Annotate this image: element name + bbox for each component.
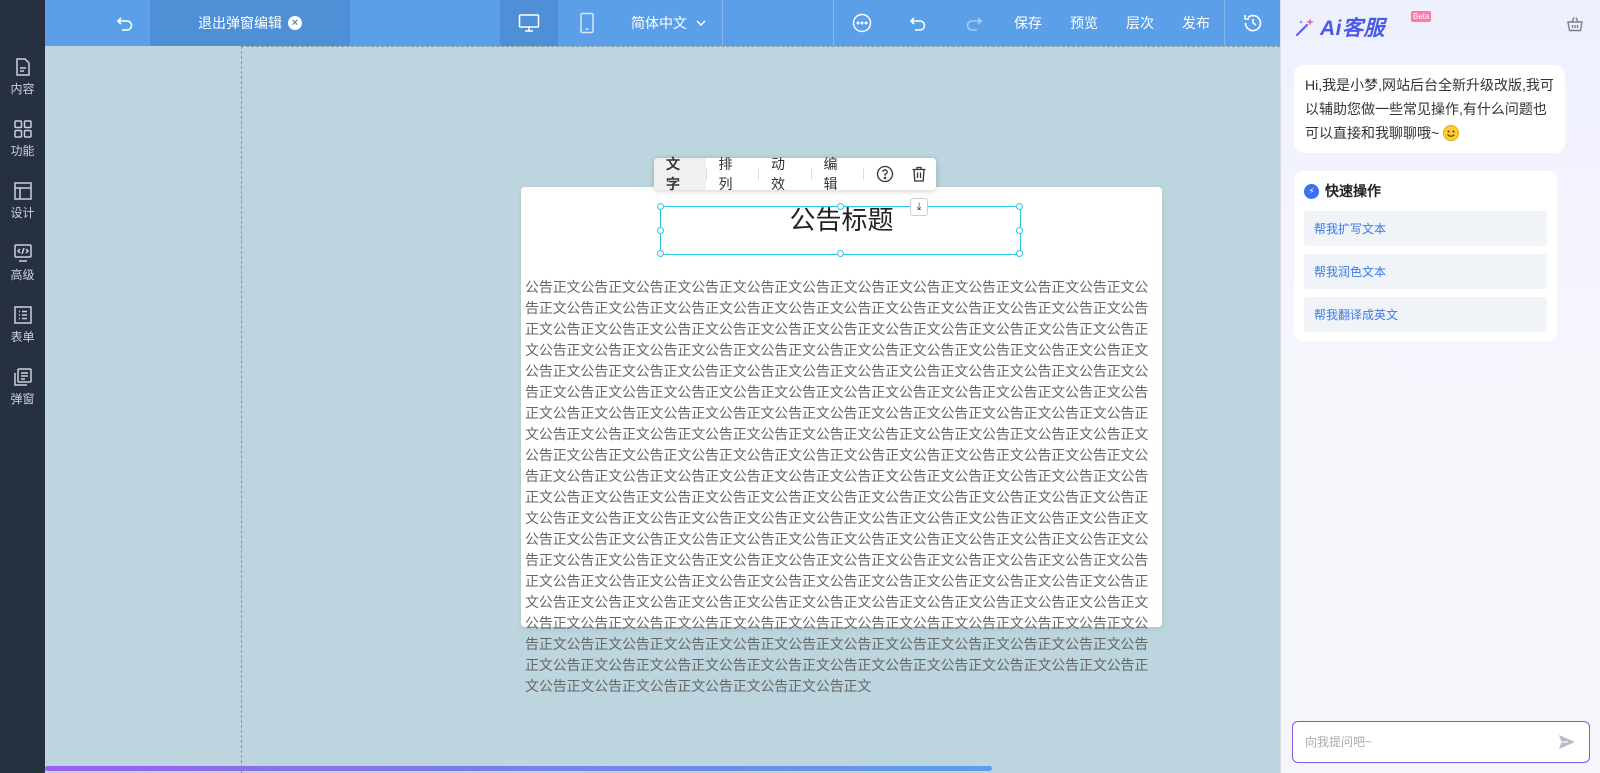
redo-button[interactable] [946, 0, 1002, 46]
sidebar-item-advanced[interactable]: 高级 [0, 236, 45, 290]
selection-box[interactable] [657, 203, 1023, 257]
assistant-greeting-bubble: Hi,我是小梦,网站后台全新升级改版,我可以辅助您做一些常见操作,有什么问题也可… [1294, 65, 1565, 153]
publish-button[interactable]: 发布 [1170, 0, 1222, 46]
sidebar-item-design[interactable]: 设计 [0, 174, 45, 228]
delete-button[interactable] [902, 158, 936, 190]
popup-body-text[interactable]: 公告正文公告正文公告正文公告正文公告正文公告正文公告正文公告正文公告正文公告正文… [525, 278, 1158, 698]
popup-icon [13, 368, 32, 386]
resize-handle[interactable] [1016, 250, 1023, 257]
resize-handle[interactable] [657, 227, 664, 234]
basket-button[interactable] [1566, 15, 1584, 38]
resize-handle[interactable] [837, 250, 844, 257]
magic-wand-icon [1295, 18, 1314, 37]
tab-arrange[interactable]: 排列 [707, 156, 759, 192]
announcement-popup[interactable]: 公告标题 ⤓ 公告正文公告正文公告正文公告正文公告正文公告正文公告正文公告正文公… [521, 187, 1162, 695]
grid-icon [13, 120, 32, 138]
resize-handle[interactable] [657, 250, 664, 257]
undo-icon [909, 17, 926, 31]
desktop-icon [518, 14, 540, 32]
more-dots-icon [852, 13, 872, 33]
back-button[interactable] [100, 0, 150, 46]
basket-icon [1567, 17, 1583, 32]
quick-actions-label: 快速操作 [1325, 183, 1381, 199]
undo-arrow-icon [116, 17, 133, 31]
exit-popup-edit-label: 退出弹窗编辑 [198, 15, 282, 31]
chat-input[interactable] [1305, 735, 1557, 749]
exit-popup-edit-tab[interactable]: 退出弹窗编辑 × [150, 0, 350, 46]
sidebar-item-label: 表单 [10, 330, 35, 344]
language-label: 简体中文 [631, 15, 687, 31]
undo-button[interactable] [890, 0, 946, 46]
language-select[interactable]: 简体中文 [616, 0, 722, 46]
layers-button[interactable]: 层次 [1114, 0, 1166, 46]
resize-handle[interactable] [1016, 227, 1023, 234]
file-icon [15, 58, 30, 76]
lightning-icon: ⚡ [1304, 183, 1319, 199]
sidebar-item-label: 高级 [10, 268, 35, 282]
guide-line [241, 46, 242, 773]
tab-text[interactable]: 文字 [654, 156, 706, 192]
guide-line [241, 46, 1280, 47]
tab-animation[interactable]: 动效 [759, 156, 811, 192]
quick-actions-card: ⚡ 快速操作 帮我扩写文本 帮我润色文本 帮我翻译成英文 [1294, 171, 1557, 341]
chevron-down-icon [696, 20, 706, 27]
chat-input-box[interactable] [1292, 721, 1590, 763]
sidebar-item-label: 设计 [10, 206, 35, 220]
element-toolbar: 文字 排列 动效 编辑 [654, 156, 936, 192]
smile-emoji-icon [1443, 125, 1460, 141]
editor-canvas[interactable]: 公告标题 ⤓ 公告正文公告正文公告正文公告正文公告正文公告正文公告正文公告正文公… [45, 46, 1280, 773]
list-icon [13, 306, 32, 324]
history-icon [1243, 14, 1261, 32]
quick-action-translate-english[interactable]: 帮我翻译成英文 [1304, 297, 1547, 332]
quick-action-expand-text[interactable]: 帮我扩写文本 [1304, 211, 1547, 246]
sidebar-item-forms[interactable]: 表单 [0, 298, 45, 352]
trash-icon [912, 166, 926, 182]
tab-edit[interactable]: 编辑 [812, 156, 864, 192]
mobile-icon [580, 12, 594, 34]
sidebar-item-popups[interactable]: 弹窗 [0, 360, 45, 414]
horizontal-scrollbar[interactable] [45, 766, 992, 771]
resize-handle[interactable] [837, 203, 844, 210]
beta-badge: Beta [1411, 11, 1432, 22]
sidebar-item-label: 弹窗 [10, 392, 35, 406]
layout-icon [13, 182, 32, 200]
quick-action-polish-text[interactable]: 帮我润色文本 [1304, 254, 1547, 289]
download-icon[interactable]: ⤓ [910, 198, 928, 216]
sidebar-item-content[interactable]: 内容 [0, 50, 45, 104]
preview-button[interactable]: 预览 [1058, 0, 1110, 46]
ai-brand-name: Ai客服 [1320, 17, 1385, 40]
sidebar-item-label: 功能 [10, 144, 35, 158]
help-icon [876, 165, 894, 183]
help-button[interactable] [864, 158, 902, 190]
assistant-greeting-text: Hi,我是小梦,网站后台全新升级改版,我可以辅助您做一些常见操作,有什么问题也可… [1305, 77, 1554, 141]
more-button[interactable] [834, 0, 890, 46]
save-button[interactable]: 保存 [1002, 0, 1054, 46]
close-icon[interactable]: × [288, 16, 302, 30]
desktop-view-button[interactable] [500, 0, 558, 46]
left-sidebar: 内容 功能 设计 高级 表单 弹窗 [0, 0, 45, 773]
resize-handle[interactable] [1016, 203, 1023, 210]
sidebar-item-label: 内容 [10, 82, 35, 96]
ai-logo: Ai客服 Beta [1294, 11, 1432, 42]
quick-actions-title: ⚡ 快速操作 [1304, 181, 1547, 201]
send-icon[interactable] [1557, 732, 1577, 752]
ai-assistant-panel: Ai客服 Beta Hi,我是小梦,网站后台全新升级改版,我可以辅助您做一些常见… [1280, 0, 1600, 773]
top-toolbar: 退出弹窗编辑 × 简体中文 保存 预览 层次 发布 [0, 0, 1280, 46]
resize-handle[interactable] [657, 203, 664, 210]
sidebar-item-features[interactable]: 功能 [0, 112, 45, 166]
mobile-view-button[interactable] [558, 0, 616, 46]
code-monitor-icon [13, 244, 32, 262]
history-button[interactable] [1225, 0, 1280, 46]
redo-icon [966, 17, 983, 31]
